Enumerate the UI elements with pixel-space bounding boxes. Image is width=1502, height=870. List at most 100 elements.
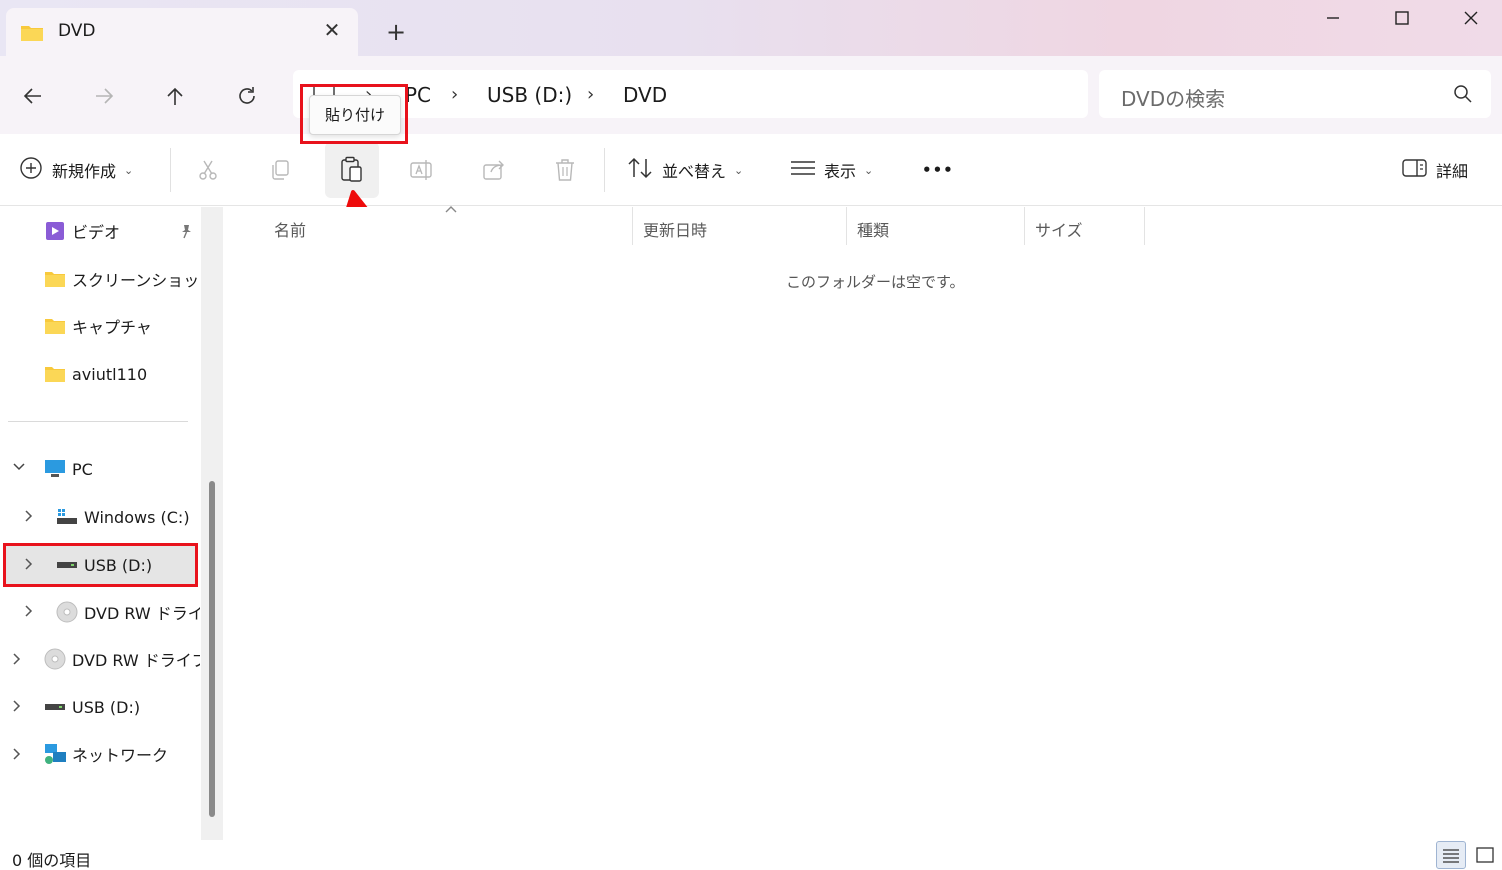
sidebar-scrollbar-thumb[interactable] [209,481,215,817]
chevron-down-icon[interactable] [12,461,26,476]
chevron-right-icon[interactable] [12,699,22,717]
back-arrow-icon[interactable] [15,78,51,114]
breadcrumb-pc[interactable]: PC [405,83,431,107]
search-input[interactable]: DVDの検索 [1099,70,1491,118]
dvd-drive-icon [56,601,78,623]
tab-close-icon[interactable]: ✕ [318,16,346,44]
chevron-right-icon[interactable] [12,747,22,765]
usb-drive-icon [56,554,78,576]
dvd-drive-icon [44,648,66,670]
sidebar-item-windows-c[interactable]: Windows (C:) [56,497,190,537]
file-list[interactable]: 名前 更新日時 種類 サイズ このフォルダーは空です。 [226,206,1502,840]
view-button[interactable]: 表示 ⌄ [790,134,873,206]
sort-button[interactable]: 並べ替え ⌄ [626,134,743,206]
command-bar: 新規作成 ⌄ 並べ替え ⌄ 表示 ⌄ ••• 詳細 [0,134,1502,206]
paste-icon[interactable] [336,154,368,186]
address-bar[interactable]: › PC › USB (D:) › DVD [293,70,1088,118]
column-header-name[interactable]: 名前 [274,217,306,241]
column-header-type[interactable]: 種類 [857,217,889,241]
navigation-bar: › PC › USB (D:) › DVD DVDの検索 [0,56,1502,134]
search-icon[interactable] [1453,84,1473,108]
folder-icon [44,268,66,290]
sort-icon [626,156,654,184]
tab-dvd[interactable]: DVD ✕ [6,8,358,56]
sidebar-item-network[interactable]: ネットワーク [44,734,168,774]
chevron-right-icon[interactable] [24,557,34,575]
chevron-down-icon: ⌄ [864,163,874,177]
details-view-icon[interactable] [1436,841,1466,869]
sidebar-item-label: USB (D:) [84,555,153,575]
up-arrow-icon[interactable] [157,78,193,114]
paste-tooltip: 貼り付け [309,95,401,135]
divider [170,148,171,192]
windows-drive-icon [56,506,78,528]
new-tab-icon[interactable]: + [380,16,412,48]
sidebar-item-label: ビデオ [72,223,121,242]
column-divider[interactable] [1024,207,1025,245]
sidebar-item-capture[interactable]: キャプチャ [44,306,152,346]
list-view-icon [790,158,816,182]
network-icon [44,743,66,765]
sidebar-item-usb-d[interactable]: USB (D:) [44,687,140,727]
sort-ascending-icon [444,203,458,218]
sidebar-item-label: DVD RW ドライブ [72,651,200,670]
refresh-icon[interactable] [229,78,265,114]
delete-icon[interactable] [549,154,581,186]
sidebar-item-label: USB (D:) [72,697,141,717]
maximize-icon[interactable] [1367,0,1437,36]
breadcrumb-separator: › [587,84,595,105]
sidebar-item-label: ネットワーク [72,746,169,765]
cut-icon[interactable] [192,154,224,186]
new-label: 新規作成 [52,162,117,181]
details-pane-icon [1402,158,1428,182]
view-label: 表示 [824,162,857,181]
new-button[interactable]: 新規作成 ⌄ [18,134,133,206]
pin-icon[interactable] [178,223,194,243]
forward-arrow-icon[interactable] [86,78,122,114]
chevron-right-icon[interactable] [24,509,34,527]
rename-icon[interactable] [406,154,438,186]
title-bar: DVD ✕ + [0,0,1502,56]
item-count: 0 個の項目 [12,851,92,870]
column-divider[interactable] [846,207,847,245]
breadcrumb-separator: › [451,84,459,105]
share-icon[interactable] [478,154,510,186]
search-placeholder: DVDの検索 [1121,87,1226,111]
sort-label: 並べ替え [662,162,727,181]
chevron-right-icon[interactable] [24,604,34,622]
folder-icon [20,23,44,47]
sidebar-item-usb-d-selected[interactable]: USB (D:) [56,545,152,585]
sidebar-item-label: スクリーンショット [72,271,216,290]
sidebar-item-aviutl110[interactable]: aviutl110 [44,354,147,394]
tab-title: DVD [58,21,96,41]
sidebar-item-dvd-rw-child[interactable]: DVD RW ドライ [56,592,200,632]
sidebar-item-screenshot[interactable]: スクリーンショット [44,259,215,299]
minimize-icon[interactable] [1298,0,1368,36]
details-pane-button[interactable]: 詳細 [1402,134,1468,206]
column-divider[interactable] [1144,207,1145,245]
sidebar-item-dvd-rw[interactable]: DVD RW ドライブ [44,639,200,679]
pc-icon [44,458,66,480]
breadcrumb-dvd[interactable]: DVD [623,83,667,107]
usb-drive-icon [44,696,66,718]
close-icon[interactable] [1436,0,1502,36]
divider [604,148,605,192]
sidebar-item-video[interactable]: ビデオ [44,211,200,251]
copy-icon[interactable] [264,154,296,186]
sidebar-item-label: DVD RW ドライ [84,604,200,623]
sidebar-item-label: Windows (C:) [84,507,190,527]
column-divider[interactable] [632,207,633,245]
details-label: 詳細 [1436,162,1469,181]
sidebar-item-label: aviutl110 [72,364,148,384]
video-folder-icon [44,220,66,242]
column-header-size[interactable]: サイズ [1035,217,1083,241]
column-header-modified[interactable]: 更新日時 [643,217,707,241]
empty-folder-message: このフォルダーは空です。 [786,273,965,291]
sidebar-divider [8,421,188,422]
sidebar-item-pc[interactable]: PC [44,449,93,489]
sidebar-item-label: キャプチャ [72,318,152,337]
breadcrumb-usb[interactable]: USB (D:) [487,83,572,107]
large-icons-view-icon[interactable] [1470,841,1500,869]
more-options-icon[interactable]: ••• [922,134,954,206]
chevron-right-icon[interactable] [12,652,22,670]
